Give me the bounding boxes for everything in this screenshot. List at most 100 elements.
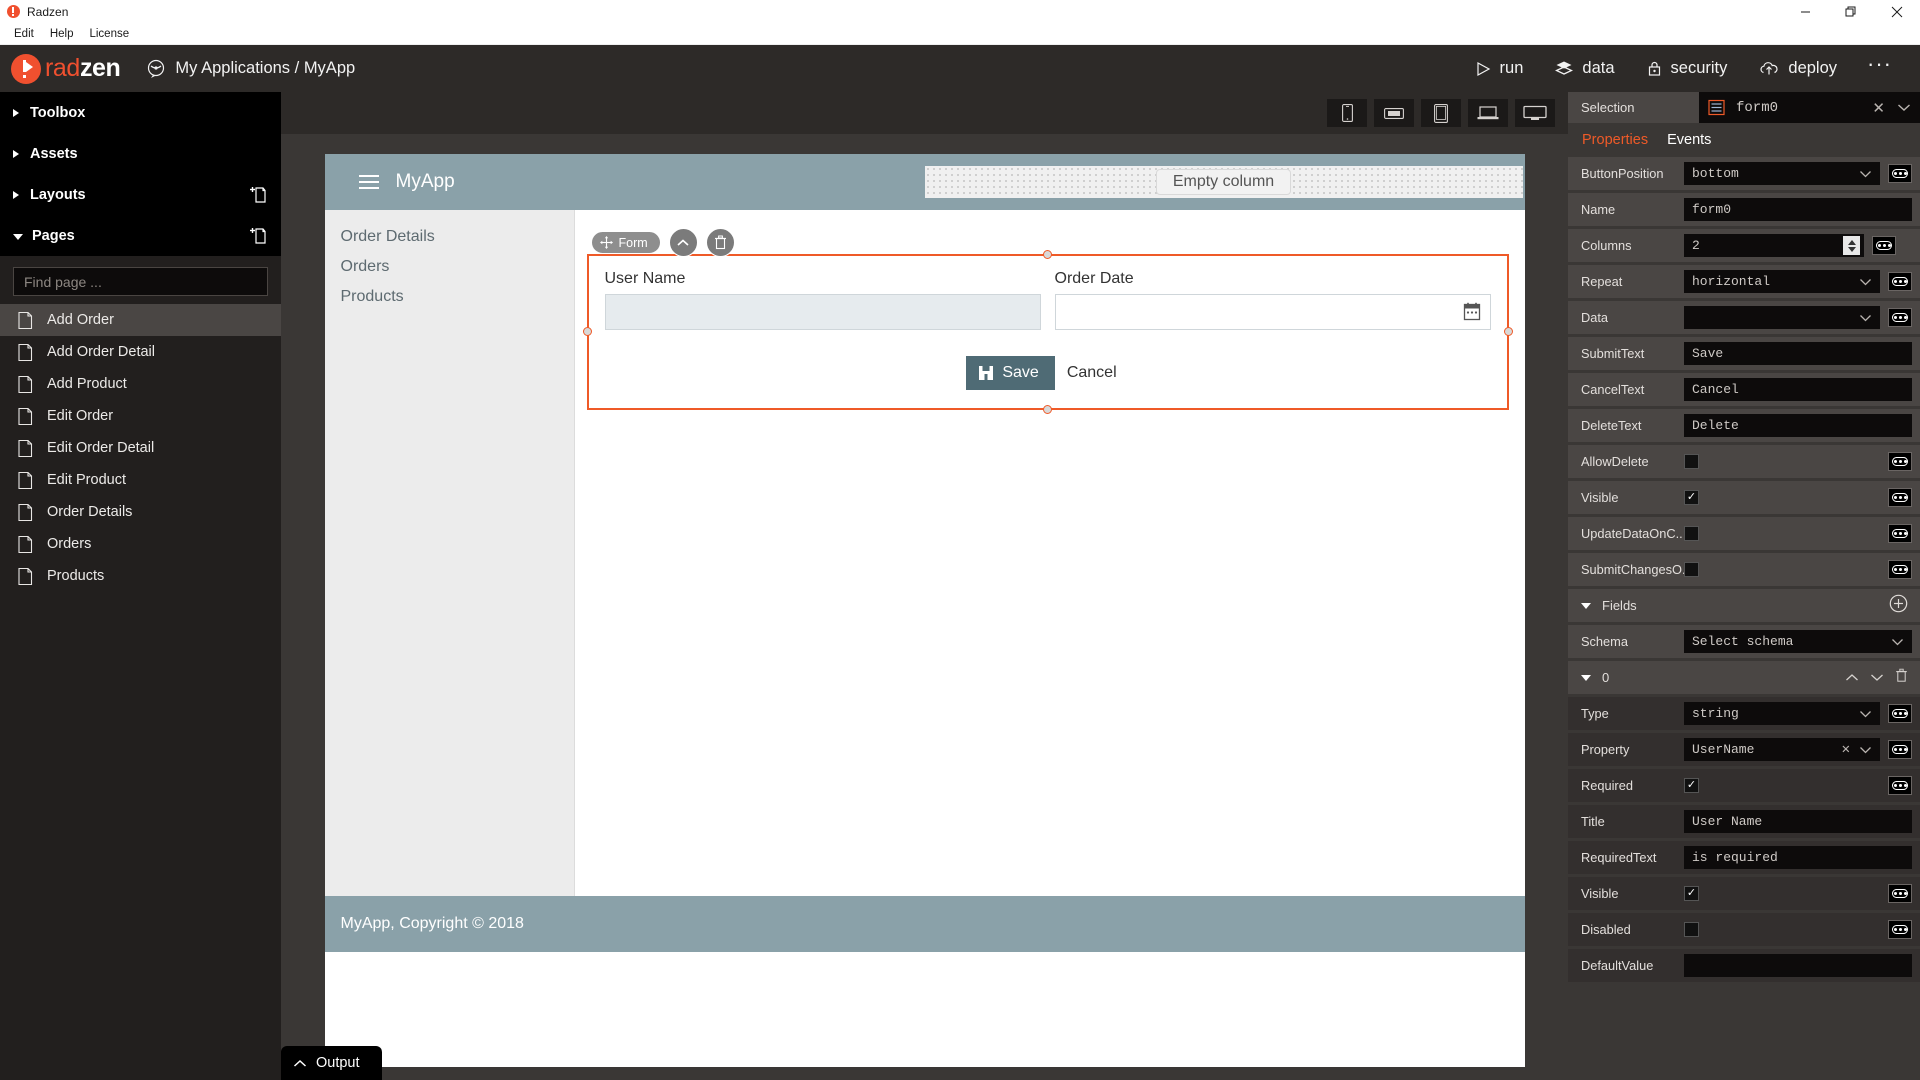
more-menu-button[interactable]: ··· (1853, 51, 1906, 87)
fields-section-header[interactable]: Fields (1568, 589, 1920, 622)
phone-portrait-icon[interactable] (1327, 99, 1367, 127)
move-down-icon[interactable] (1870, 669, 1884, 687)
page-item-add-product[interactable]: Add Product (0, 368, 281, 400)
resize-handle-left[interactable] (582, 327, 592, 336)
plus-circle-icon[interactable] (1889, 594, 1908, 618)
empty-column-dropzone[interactable]: Empty column (924, 166, 1523, 198)
submitchangesonly-checkbox[interactable] (1684, 562, 1699, 577)
field-type-code-button[interactable] (1888, 704, 1912, 723)
desktop-icon[interactable] (1515, 99, 1555, 127)
field-disabled-checkbox[interactable] (1684, 922, 1699, 937)
allowdelete-checkbox[interactable] (1684, 454, 1699, 469)
find-page-input[interactable] (13, 267, 268, 296)
canceltext-input[interactable] (1684, 378, 1912, 401)
menu-item-edit[interactable]: Edit (6, 26, 42, 42)
page-item-order-details[interactable]: Order Details (0, 496, 281, 528)
field-required-checkbox[interactable]: ✓ (1684, 778, 1699, 793)
updatedataonchange-checkbox[interactable] (1684, 526, 1699, 541)
resize-handle-top[interactable] (1042, 250, 1052, 259)
columns-stepper[interactable]: 2 (1684, 234, 1864, 257)
field-title-input[interactable] (1684, 810, 1912, 833)
close-icon[interactable]: ✕ (1872, 99, 1885, 117)
field-property-code-button[interactable] (1888, 740, 1912, 759)
data-button[interactable]: data (1539, 53, 1630, 84)
field-property-select[interactable]: UserName ✕ (1684, 738, 1880, 761)
form-widget[interactable]: User Name Order Date Save Cancel (582, 250, 1513, 414)
field-visible-checkbox[interactable]: ✓ (1684, 886, 1699, 901)
page-item-edit-order[interactable]: Edit Order (0, 400, 281, 432)
preview-nav-products[interactable]: Products (325, 282, 574, 312)
close-icon[interactable]: ✕ (1842, 741, 1850, 758)
allowdelete-code-button[interactable] (1888, 452, 1912, 471)
widget-drag-handle[interactable]: Form (590, 231, 661, 254)
date-picker[interactable] (1054, 294, 1491, 330)
add-layout-icon[interactable] (248, 185, 268, 205)
buttonposition-code-button[interactable] (1888, 164, 1912, 183)
laptop-icon[interactable] (1468, 99, 1508, 127)
field-requiredtext-input[interactable] (1684, 846, 1912, 869)
breadcrumb[interactable]: My Applications / MyApp (146, 59, 355, 79)
close-icon[interactable] (1874, 0, 1920, 23)
updatedataonchange-code-button[interactable] (1888, 524, 1912, 543)
preview-nav-order-details[interactable]: Order Details (325, 222, 574, 252)
brand[interactable]: radzen (11, 53, 121, 84)
resize-handle-right[interactable] (1503, 327, 1513, 336)
menu-item-help[interactable]: Help (42, 26, 82, 42)
page-item-products[interactable]: Products (0, 560, 281, 592)
widget-select-parent-button[interactable] (668, 228, 698, 257)
submittext-input[interactable] (1684, 342, 1912, 365)
field-required-code-button[interactable] (1888, 776, 1912, 795)
page-item-add-order[interactable]: Add Order (0, 304, 281, 336)
selection-chip[interactable]: form0 ✕ (1699, 92, 1920, 123)
page-item-edit-product[interactable]: Edit Product (0, 464, 281, 496)
field-defaultvalue-input[interactable] (1684, 954, 1912, 977)
submitchangesonly-code-button[interactable] (1888, 560, 1912, 579)
columns-code-button[interactable] (1872, 236, 1896, 255)
buttonposition-select[interactable]: bottom (1684, 162, 1880, 185)
order-date-input[interactable] (1054, 294, 1491, 330)
security-button[interactable]: security (1631, 53, 1744, 84)
resize-handle-bottom[interactable] (1042, 405, 1052, 414)
tab-properties[interactable]: Properties (1582, 132, 1648, 148)
hamburger-icon[interactable] (358, 175, 379, 189)
widget-delete-button[interactable] (705, 228, 735, 257)
user-name-input[interactable] (604, 294, 1041, 330)
menu-item-license[interactable]: License (81, 26, 137, 42)
deploy-button[interactable]: deploy (1743, 53, 1853, 84)
data-code-button[interactable] (1888, 308, 1912, 327)
run-button[interactable]: run (1460, 53, 1540, 84)
sidebar-section-layouts[interactable]: Layouts (0, 174, 281, 215)
sidebar-section-pages[interactable]: Pages (0, 215, 281, 256)
field-visible-code-button[interactable] (1888, 884, 1912, 903)
minimize-icon[interactable] (1782, 0, 1828, 23)
repeat-code-button[interactable] (1888, 272, 1912, 291)
data-select[interactable] (1684, 306, 1880, 329)
output-tab[interactable]: Output (281, 1046, 382, 1080)
calendar-icon[interactable] (1463, 302, 1481, 326)
visible-code-button[interactable] (1888, 488, 1912, 507)
field-disabled-code-button[interactable] (1888, 920, 1912, 939)
maximize-icon[interactable] (1828, 0, 1874, 23)
trash-icon[interactable] (1895, 668, 1908, 688)
preview-nav-orders[interactable]: Orders (325, 252, 574, 282)
field-index-header[interactable]: 0 (1568, 661, 1920, 694)
name-input[interactable] (1684, 198, 1912, 221)
phone-landscape-icon[interactable] (1374, 99, 1414, 127)
chevron-down-icon[interactable] (1897, 103, 1911, 112)
tab-events[interactable]: Events (1667, 132, 1711, 148)
move-up-icon[interactable] (1845, 669, 1859, 687)
page-item-add-order-detail[interactable]: Add Order Detail (0, 336, 281, 368)
sidebar-section-assets[interactable]: Assets (0, 133, 281, 174)
page-item-edit-order-detail[interactable]: Edit Order Detail (0, 432, 281, 464)
cancel-button[interactable]: Cancel (1055, 364, 1129, 382)
page-item-orders[interactable]: Orders (0, 528, 281, 560)
tablet-icon[interactable] (1421, 99, 1461, 127)
repeat-select[interactable]: horizontal (1684, 270, 1880, 293)
save-button[interactable]: Save (966, 356, 1055, 390)
sidebar-section-toolbox[interactable]: Toolbox (0, 92, 281, 133)
schema-select[interactable]: Select schema (1684, 630, 1912, 653)
field-type-select[interactable]: string (1684, 702, 1880, 725)
add-page-icon[interactable] (248, 226, 268, 246)
stepper-buttons[interactable] (1843, 236, 1860, 255)
deletetext-input[interactable] (1684, 414, 1912, 437)
